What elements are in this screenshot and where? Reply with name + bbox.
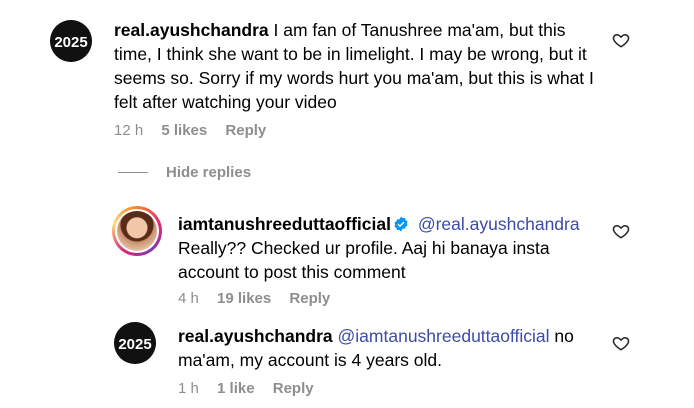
comment-likes[interactable]: 5 likes xyxy=(161,122,207,139)
avatar-2025-icon: 2025 xyxy=(114,322,156,364)
reply-meta: 4 h 19 likes Reply xyxy=(178,290,344,307)
reply-body: iamtanushreeduttaofficial @real.ayushcha… xyxy=(178,212,598,284)
reply-mention[interactable]: @iamtanushreeduttaofficial xyxy=(338,326,550,346)
heart-outline-icon[interactable] xyxy=(612,334,630,352)
avatar[interactable] xyxy=(112,206,162,256)
svg-text:2025: 2025 xyxy=(54,34,87,51)
comment-meta: 12 h 5 likes Reply xyxy=(114,122,280,139)
avatar[interactable]: 2025 xyxy=(50,20,92,62)
comment-username[interactable]: real.ayushchandra xyxy=(114,20,269,40)
svg-text:2025: 2025 xyxy=(118,336,151,353)
comment-body: real.ayushchandra I am fan of Tanushree … xyxy=(114,18,594,114)
profile-photo xyxy=(117,211,157,251)
reply-text: Really?? Checked ur profile. Aaj hi bana… xyxy=(178,238,550,282)
avatar[interactable]: 2025 xyxy=(114,322,156,364)
reply-likes[interactable]: 1 like xyxy=(217,380,255,397)
reply-body: real.ayushchandra @iamtanushreeduttaoffi… xyxy=(178,324,598,372)
reply-username[interactable]: real.ayushchandra xyxy=(178,326,333,346)
reply-mention[interactable]: @real.ayushchandra xyxy=(418,214,580,234)
reply-meta: 1 h 1 like Reply xyxy=(178,380,328,397)
heart-outline-icon[interactable] xyxy=(612,31,630,49)
reply-button[interactable]: Reply xyxy=(273,380,314,397)
reply-time: 4 h xyxy=(178,290,199,307)
avatar-2025-icon: 2025 xyxy=(50,20,92,62)
heart-outline-icon[interactable] xyxy=(612,222,630,240)
verified-badge-icon xyxy=(394,216,408,232)
hide-replies-label: Hide replies xyxy=(166,164,252,181)
comment-time: 12 h xyxy=(114,122,144,139)
hide-replies-button[interactable]: Hide replies xyxy=(118,164,251,181)
reply-button[interactable]: Reply xyxy=(225,122,266,139)
reply-button[interactable]: Reply xyxy=(289,290,330,307)
reply-username[interactable]: iamtanushreeduttaofficial xyxy=(178,214,391,234)
divider xyxy=(118,172,148,173)
reply-likes[interactable]: 19 likes xyxy=(217,290,271,307)
reply-time: 1 h xyxy=(178,380,199,397)
